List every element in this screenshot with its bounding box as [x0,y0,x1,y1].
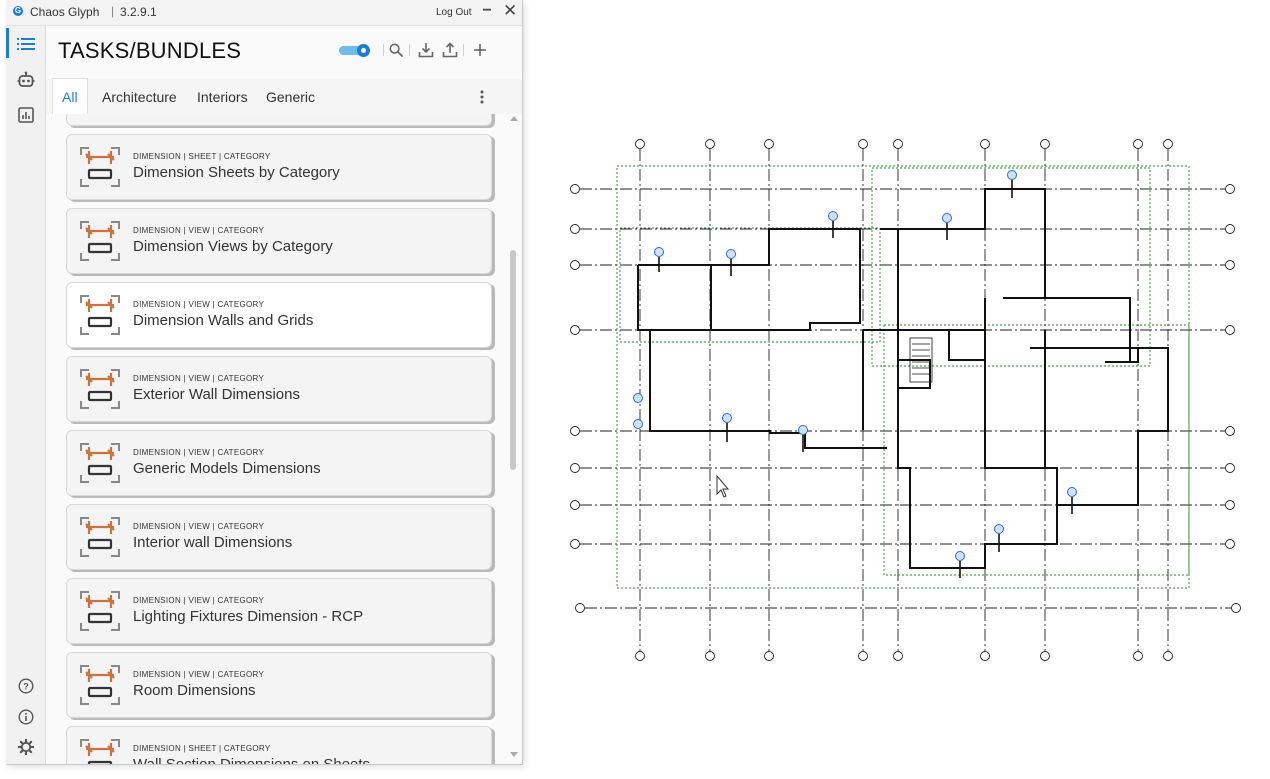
app-version: 3.2.9.1 [120,5,157,19]
svg-text:?: ? [23,682,29,692]
list-icon [17,38,35,50]
bundle-list: DIMENSION | SHEET | CATEGORY Dimension S… [46,114,522,764]
scroll-up-arrow-icon[interactable] [510,116,518,121]
info-icon [18,709,34,725]
mouse-pointer-icon [716,474,730,498]
dimension-icon [80,295,120,335]
card-meta: DIMENSION | VIEW | CATEGORY [133,448,265,457]
side-rail: ? [6,26,46,764]
title-bar: G Chaos Glyph | 3.2.9.1 Log Out − ✕ [6,0,522,26]
tab-generic[interactable]: Generic [266,79,315,114]
card-title: Generic Models Dimensions [133,460,321,477]
eye-icon [357,44,370,57]
card-meta: DIMENSION | SHEET | CATEGORY [133,744,271,753]
card-meta: DIMENSION | SHEET | CATEGORY [133,152,271,161]
rail-help-button[interactable]: ? [12,672,40,700]
rail-info-button[interactable] [12,703,40,731]
title-separator: | [111,4,115,18]
bundle-card[interactable]: DIMENSION | SHEET | CATEGORY Dimension S… [66,134,492,200]
more-tabs-button[interactable] [478,87,486,107]
card-meta: DIMENSION | VIEW | CATEGORY [133,226,265,235]
card-meta: DIMENSION | VIEW | CATEGORY [133,596,265,605]
bundle-card-selected[interactable]: DIMENSION | VIEW | CATEGORY Dimension Wa… [66,282,492,348]
import-button[interactable] [417,40,435,60]
dimension-icon [80,147,120,187]
minimize-button[interactable]: − [480,3,494,20]
card-title: Wall Section Dimensions on Sheets [133,756,370,764]
floor-plan-view[interactable] [560,130,1265,670]
rail-active-indicator [6,28,9,58]
download-icon [418,43,434,58]
category-tabs: All Architecture Interiors Generic [46,78,522,115]
bundle-card-partial[interactable] [66,114,492,126]
card-title: Dimension Views by Category [133,238,333,255]
close-button[interactable]: ✕ [503,2,517,19]
elevation-marker-stems [658,180,1073,578]
chart-icon [18,107,34,123]
scroll-down-arrow-icon[interactable] [510,752,518,757]
visibility-toggle[interactable] [339,44,371,57]
logout-link[interactable]: Log Out [436,7,472,18]
app-logo-icon: G [13,6,23,16]
bundle-card[interactable]: DIMENSION | VIEW | CATEGORY Generic Mode… [66,430,492,496]
dimension-icon [80,591,120,631]
card-title: Exterior Wall Dimensions [133,386,300,403]
card-title: Dimension Sheets by Category [133,164,340,181]
search-icon [389,43,403,57]
bundle-card[interactable]: DIMENSION | VIEW | CATEGORY Interior wal… [66,504,492,570]
rail-tasks-button[interactable] [12,30,40,58]
grid-lines [580,149,1232,651]
bundle-card[interactable]: DIMENSION | VIEW | CATEGORY Dimension Vi… [66,208,492,274]
tab-architecture[interactable]: Architecture [102,79,177,114]
building-walls [637,188,1169,569]
page-title: TASKS/BUNDLES [58,38,242,63]
card-title: Interior wall Dimensions [133,534,293,551]
rail-automation-button[interactable] [12,66,40,94]
toolbar-divider [409,44,410,56]
bundle-card[interactable]: DIMENSION | VIEW | CATEGORY Exterior Wal… [66,356,492,422]
rail-reports-button[interactable] [12,101,40,129]
plus-icon [474,44,486,56]
card-meta: DIMENSION | VIEW | CATEGORY [133,374,265,383]
gear-icon [18,739,34,755]
bundle-card[interactable]: DIMENSION | VIEW | CATEGORY Room Dimensi… [66,652,492,718]
more-vertical-icon [480,90,484,104]
card-meta: DIMENSION | VIEW | CATEGORY [133,522,265,531]
rail-settings-button[interactable] [12,733,40,761]
grid-bubbles [570,139,1241,661]
dimension-icon [80,443,120,483]
list-scrollbar[interactable] [509,114,519,760]
app-name: Chaos Glyph [30,5,100,19]
bundle-card[interactable]: DIMENSION | VIEW | CATEGORY Lighting Fix… [66,578,492,644]
dimension-icon [80,517,120,557]
card-title: Lighting Fixtures Dimension - RCP [133,608,364,625]
toolbar-divider [463,44,464,56]
card-meta: DIMENSION | VIEW | CATEGORY [133,300,265,309]
tab-interiors[interactable]: Interiors [197,79,248,114]
search-button[interactable] [387,40,405,60]
export-button[interactable] [441,40,459,60]
tab-all[interactable]: All [52,78,88,114]
dimension-icon [80,369,120,409]
card-title: Room Dimensions [133,682,256,699]
scroll-thumb[interactable] [510,250,516,470]
upload-icon [442,42,458,58]
dimension-icon [80,665,120,705]
robot-icon [17,71,35,87]
toolbar-divider [383,44,384,56]
card-meta: DIMENSION | VIEW | CATEGORY [133,670,265,679]
plugin-window: G Chaos Glyph | 3.2.9.1 Log Out − ✕ ? TA… [6,0,523,765]
bundle-card[interactable]: DIMENSION | SHEET | CATEGORY Wall Sectio… [66,726,492,764]
dimension-icon [80,739,120,764]
card-title: Dimension Walls and Grids [133,312,314,329]
add-bundle-button[interactable] [471,40,489,60]
dimension-icon [80,221,120,261]
help-icon: ? [18,678,34,694]
